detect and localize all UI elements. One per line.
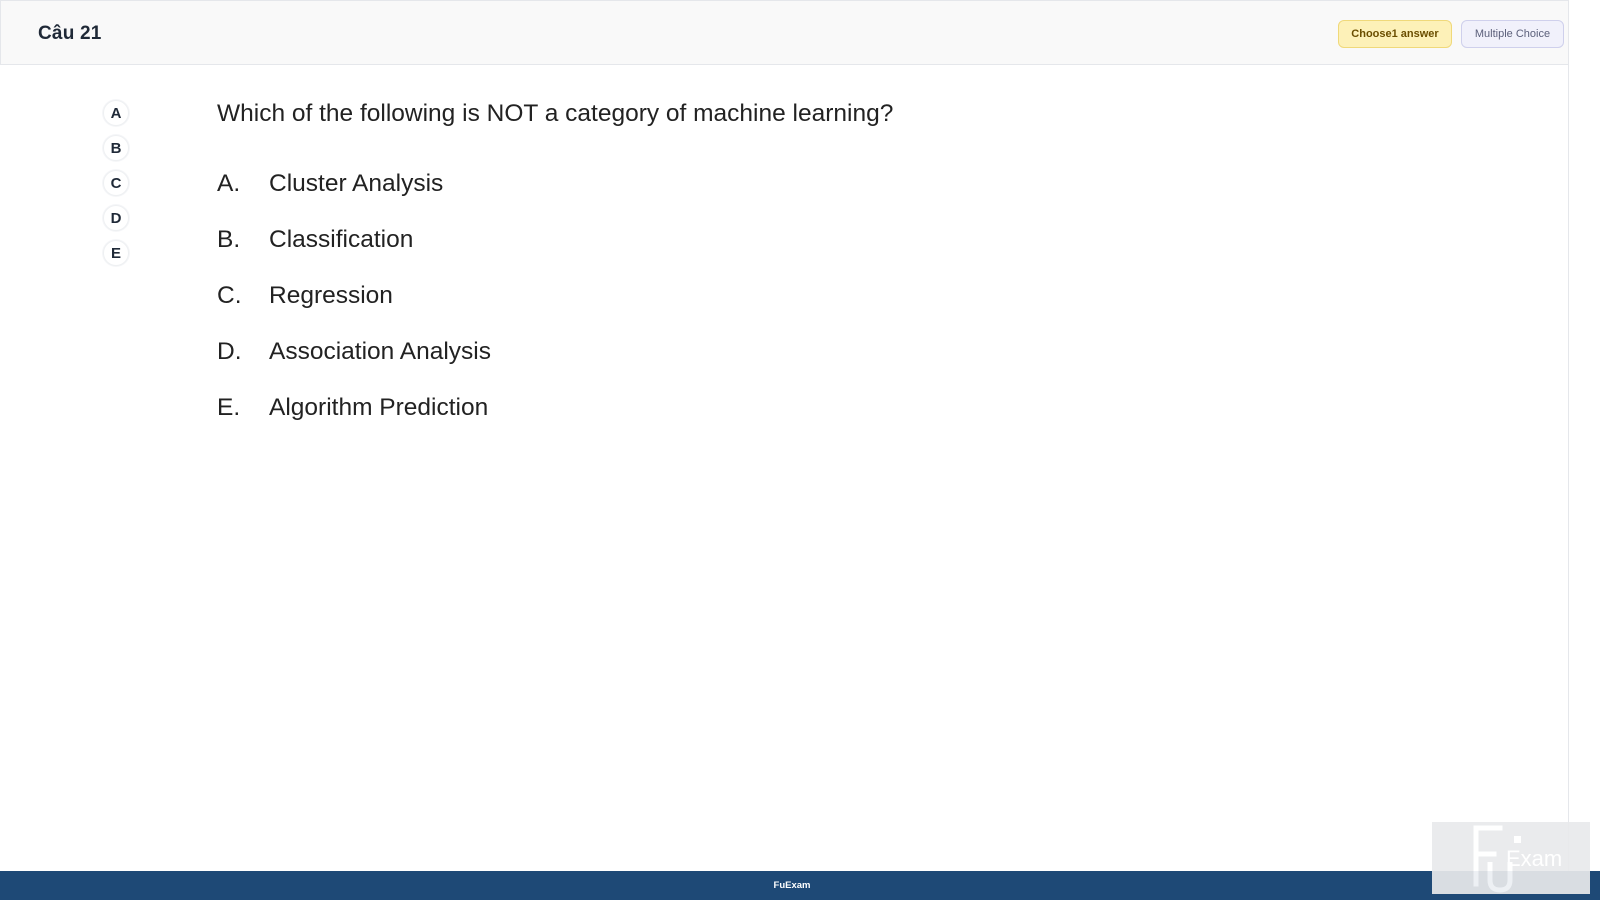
side-nav-answer-b[interactable]: B: [103, 135, 129, 161]
answer-option-d[interactable]: D. Association Analysis: [217, 324, 491, 380]
choose-answer-badge: Choose1 answer: [1338, 20, 1452, 48]
option-letter: B.: [217, 226, 241, 253]
side-nav-answer-a[interactable]: A: [103, 100, 129, 126]
option-text: Cluster Analysis: [269, 170, 444, 197]
option-text: Regression: [269, 282, 393, 309]
side-nav-answer-e[interactable]: E: [103, 240, 129, 266]
answer-option-c[interactable]: C. Regression: [217, 268, 491, 324]
footer-bar: FuExam: [0, 871, 1600, 900]
answer-option-b[interactable]: B. Classification: [217, 212, 491, 268]
answer-side-nav: A B C D E: [103, 100, 129, 275]
side-nav-answer-c[interactable]: C: [103, 170, 129, 196]
answer-option-e[interactable]: E. Algorithm Prediction: [217, 380, 491, 436]
option-text: Classification: [269, 226, 414, 253]
footer-brand-text: FuExam: [773, 880, 811, 891]
fuexam-logo-icon: Exam: [1473, 825, 1562, 893]
question-text: Which of the following is NOT a category…: [217, 100, 894, 127]
answer-options-list: A. Cluster Analysis B. Classification C.…: [217, 156, 491, 436]
option-text: Algorithm Prediction: [269, 394, 489, 421]
option-letter: D.: [217, 338, 242, 365]
option-text: Association Analysis: [269, 338, 491, 365]
svg-text:Exam: Exam: [1506, 846, 1562, 871]
scrollbar-track[interactable]: [1568, 0, 1600, 900]
answer-option-a[interactable]: A. Cluster Analysis: [217, 156, 491, 212]
question-header: Câu 21 Choose1 answer Multiple Choice: [0, 0, 1568, 65]
option-letter: C.: [217, 282, 242, 309]
option-letter: E.: [217, 394, 241, 421]
exam-page: Câu 21 Choose1 answer Multiple Choice A …: [0, 0, 1600, 900]
question-number-title: Câu 21: [38, 23, 102, 44]
option-letter: A.: [217, 170, 241, 197]
question-type-badge: Multiple Choice: [1461, 20, 1564, 48]
side-nav-answer-d[interactable]: D: [103, 205, 129, 231]
fuexam-watermark: Exam: [1432, 822, 1590, 894]
